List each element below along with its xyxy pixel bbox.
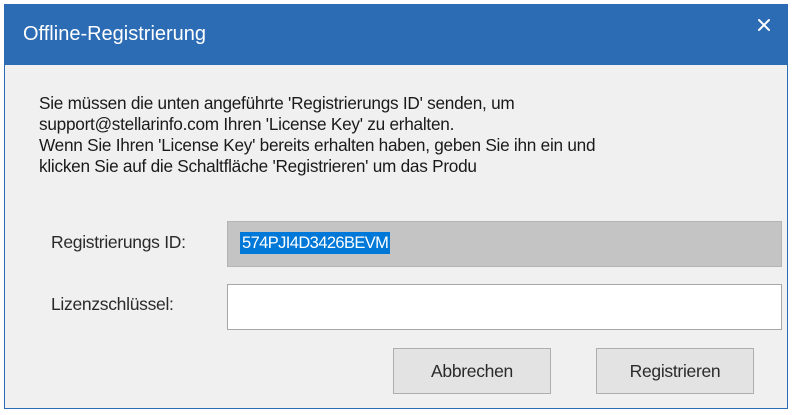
close-button[interactable] [741,5,787,45]
registration-id-field[interactable]: 574PJI4D3426BEVM [227,221,782,267]
close-icon [758,19,770,31]
instruction-line: Sie müssen die unten angeführte 'Registr… [39,93,515,113]
offline-registration-dialog: Offline-Registrierung Sie müssen die unt… [4,4,788,409]
cancel-button[interactable]: Abbrechen [393,348,551,394]
instruction-text: Sie müssen die unten angeführte 'Registr… [39,93,769,177]
title-bar: Offline-Registrierung [5,5,787,65]
instruction-line: support@stellarinfo.com Ihren 'License K… [39,114,455,134]
instruction-line: Wenn Sie Ihren 'License Key' bereits erh… [39,135,596,155]
register-button[interactable]: Registrieren [596,348,754,394]
registration-id-label: Registrierungs ID: [51,232,186,252]
license-key-label: Lizenzschlüssel: [51,294,174,314]
license-key-input[interactable] [227,284,782,330]
dialog-title: Offline-Registrierung [23,23,207,45]
registration-id-value[interactable]: 574PJI4D3426BEVM [240,232,391,254]
instruction-line: klicken Sie auf die Schaltfläche 'Regist… [39,156,477,176]
